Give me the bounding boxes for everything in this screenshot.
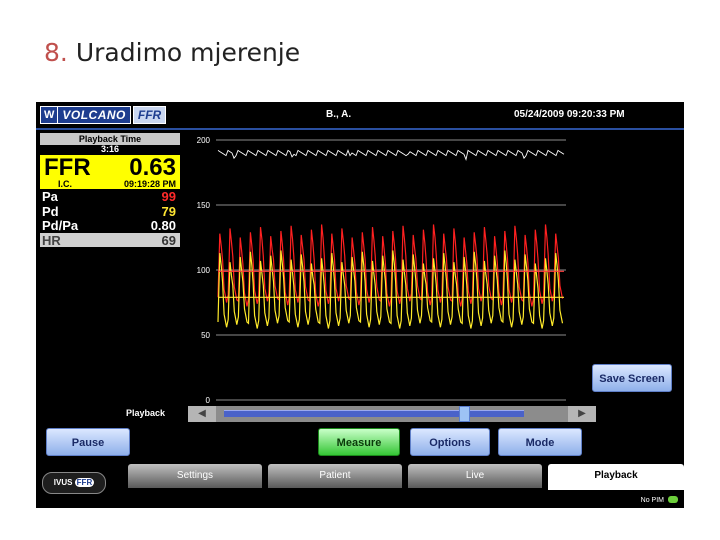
- playback-label: Playback: [126, 408, 166, 418]
- ffr-label: FFR: [44, 154, 91, 181]
- top-bar: W VOLCANO FFR B., A. 05/24/2009 09:20:33…: [36, 102, 684, 130]
- playback-slider[interactable]: ◀ ▶: [188, 406, 596, 422]
- pause-button[interactable]: Pause: [46, 428, 130, 456]
- ffr-value: 0.63: [129, 154, 176, 181]
- playback-track[interactable]: [224, 410, 524, 417]
- y-tick-label: 50: [201, 331, 210, 340]
- ffr-screen: W VOLCANO FFR B., A. 05/24/2009 09:20:33…: [36, 102, 684, 508]
- hr-row: HR 69: [40, 232, 180, 248]
- pd-label: Pd: [42, 203, 59, 219]
- pdpa-row: Pd/Pa 0.80: [40, 218, 180, 233]
- playback-thumb[interactable]: [459, 406, 470, 422]
- pim-status: No PIM: [640, 497, 664, 504]
- pdpa-value: 0.80: [150, 218, 176, 233]
- y-tick-label: 100: [197, 266, 211, 275]
- tab-settings[interactable]: Settings: [128, 464, 262, 488]
- pressure-chart: 200 150 100 50 0: [197, 136, 566, 405]
- hr-label: HR: [42, 232, 61, 248]
- top-trace: [217, 149, 565, 162]
- tab-live[interactable]: Live: [408, 464, 542, 488]
- pd-value: 79: [161, 203, 176, 219]
- ivus-text: IVUS: [53, 478, 73, 487]
- ffr-box: FFR 0.63 I.C. 09:19:28 PM: [40, 154, 180, 189]
- y-tick-label: 0: [206, 396, 211, 405]
- pa-row: Pa 99: [40, 189, 180, 204]
- patient-name: B., A.: [326, 109, 352, 120]
- pdpa-label: Pd/Pa: [42, 218, 79, 233]
- slide-title-text: Uradimo mjerenje: [75, 38, 301, 67]
- logo-text: VOLCANO: [58, 106, 131, 124]
- options-button[interactable]: Options: [410, 428, 490, 456]
- mode-button[interactable]: Mode: [498, 428, 582, 456]
- ffr-time: 09:19:28 PM: [123, 179, 176, 189]
- pa-label: Pa: [42, 189, 58, 204]
- tab-patient[interactable]: Patient: [268, 464, 402, 488]
- pa-value: 99: [161, 189, 176, 204]
- save-screen-button[interactable]: Save Screen: [592, 364, 672, 392]
- pim-status-icon: [668, 496, 678, 503]
- pd-row: Pd 79: [40, 204, 180, 219]
- rewind-arrow-icon[interactable]: ◀: [188, 406, 216, 422]
- logo-ffr: FFR: [132, 106, 167, 124]
- slide-title: 8. Uradimo mjerenje: [44, 38, 300, 67]
- tab-bar: IVUS FFR Settings Patient Live Playback …: [36, 462, 684, 508]
- date-time: 05/24/2009 09:20:33 PM: [514, 109, 625, 120]
- ffr-sub: I.C.: [58, 179, 73, 189]
- ivus-ffr-logo: IVUS FFR: [42, 472, 106, 494]
- slide-number: 8.: [44, 38, 68, 67]
- y-tick-label: 150: [197, 201, 211, 210]
- playback-time-value: 3:16: [100, 144, 119, 154]
- values-panel: Playback Time 3:16 FFR 0.63 I.C. 09:19:2…: [40, 133, 180, 248]
- ivus-ffr-text: FFR: [74, 478, 95, 487]
- forward-arrow-icon[interactable]: ▶: [568, 406, 596, 422]
- measure-button[interactable]: Measure: [318, 428, 400, 456]
- logo-mark: W: [40, 106, 59, 124]
- hr-value: 69: [161, 232, 176, 248]
- volcano-logo: W VOLCANO FFR: [40, 106, 167, 124]
- tab-playback[interactable]: Playback: [548, 464, 684, 490]
- y-tick-label: 200: [197, 136, 211, 145]
